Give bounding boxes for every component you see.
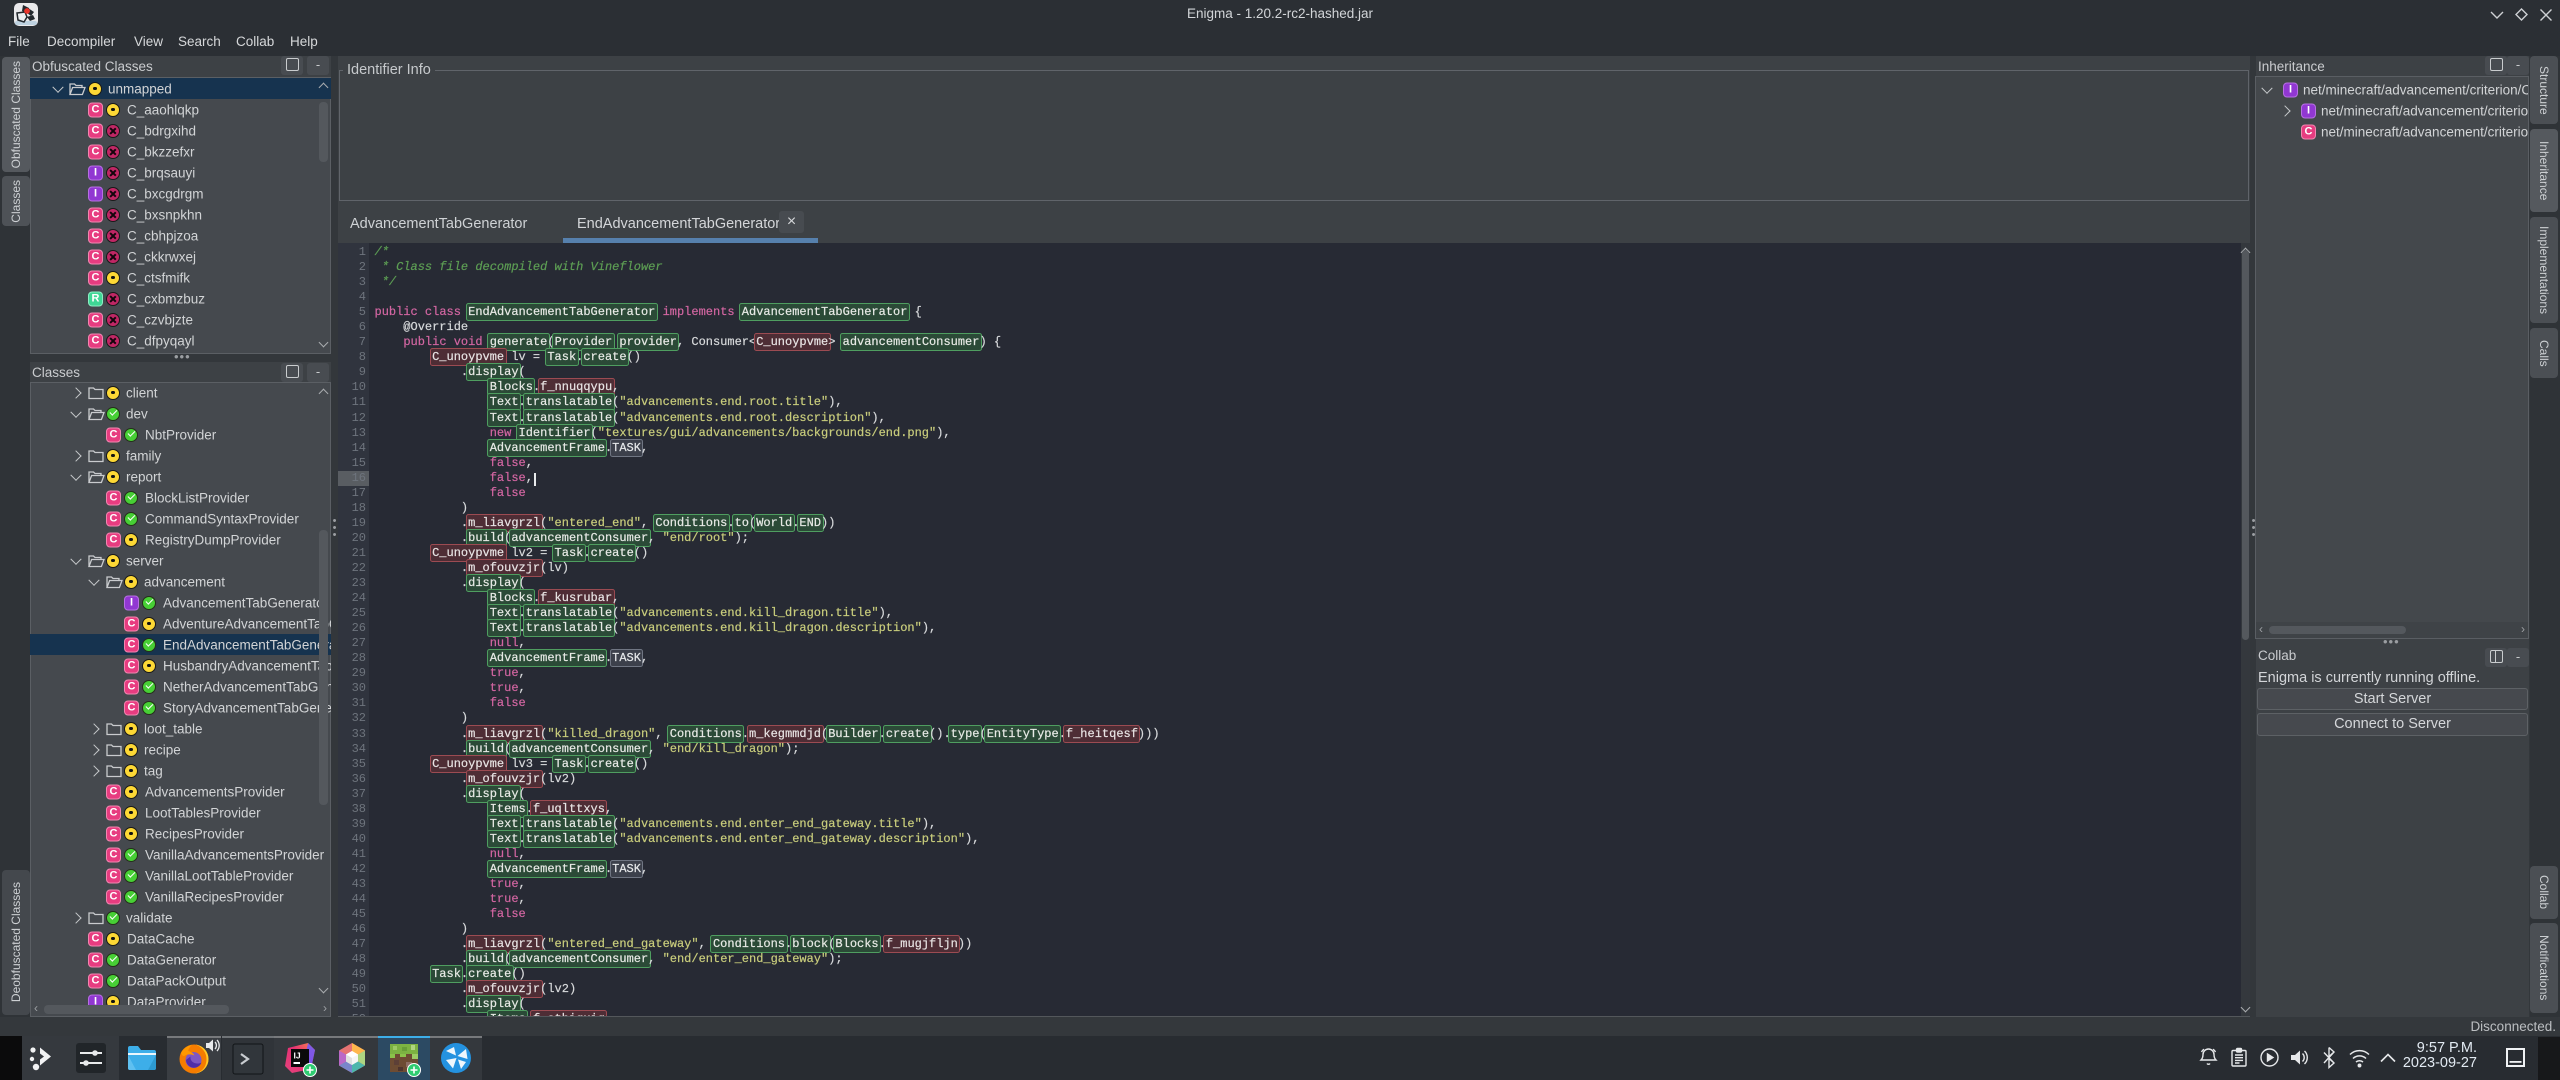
svg-text:IJ: IJ <box>294 1051 301 1061</box>
